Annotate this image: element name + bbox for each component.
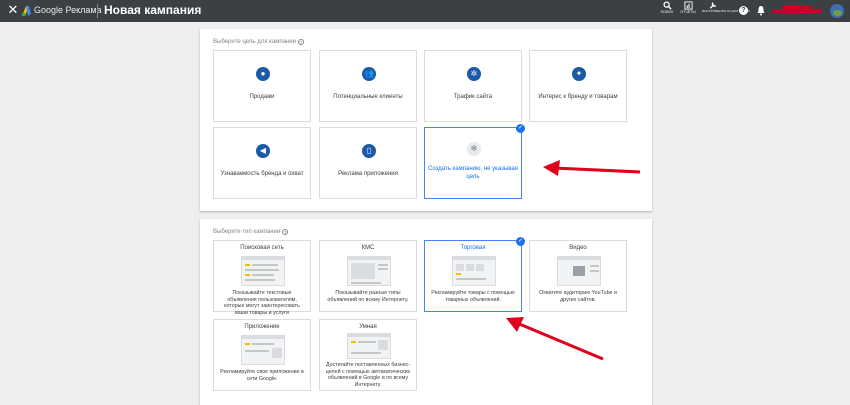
avatar[interactable] [830, 4, 844, 18]
goal-label: Реклама приложения [338, 171, 398, 177]
goal-card-no-goal[interactable]: ✓ ✻ Создать кампанию, не указывая цель [424, 124, 525, 199]
display-preview-image [347, 256, 391, 286]
search-icon [662, 1, 672, 10]
type-description: Достигайте поставленных бизнес-целей с п… [325, 362, 411, 388]
megaphone-icon: ◀ [256, 144, 270, 158]
people-icon: 👥 [362, 67, 376, 81]
shopping-preview-image [452, 256, 496, 286]
goal-card-app[interactable]: ▯ Реклама приложения [319, 127, 417, 199]
check-icon: ✓ [516, 124, 525, 133]
goal-label: Трафик сайта [453, 94, 493, 100]
video-preview-image [557, 256, 601, 286]
annotation-arrow-2 [506, 317, 604, 361]
goal-card-leads[interactable]: 👥 Потенциальные клиенты [319, 50, 417, 122]
goal-card-consideration[interactable]: ✦ Интерес к бренду и товарам [529, 50, 627, 122]
goal-section-label: Выберите цель для кампании? [213, 39, 304, 45]
reports-label: ОТЧЕТЫ [680, 10, 696, 14]
goal-card-sales[interactable]: ● Продажи [213, 50, 311, 122]
type-title: Поисковая сеть [240, 245, 284, 251]
type-description: Показывайте разные типы объявлений по вс… [327, 290, 409, 303]
search-preview-image [241, 256, 285, 286]
top-bar: ✕ Google Реклама Новая кампания ПОИСК ОТ… [0, 0, 850, 22]
type-card-shopping[interactable]: ✓ Торговая Рекламируйте товары с помощью… [424, 237, 525, 312]
type-title: Видео [569, 245, 587, 251]
type-card-search[interactable]: Поисковая сеть Показывайте текстовые объ… [213, 240, 311, 316]
type-card-video[interactable]: Видео Охватите аудиторию YouTube и други… [529, 240, 627, 312]
reports-icon [683, 1, 693, 10]
search-label: ПОИСК [660, 10, 674, 14]
app-preview-image [241, 335, 285, 365]
gear-icon: ✻ [467, 142, 481, 156]
help-icon[interactable]: ? [739, 6, 748, 15]
type-description: Рекламируйте товары с помощью товарных о… [431, 290, 515, 303]
annotation-arrow-1 [543, 160, 641, 176]
type-description: Рекламируйте свое приложение в сети Goog… [220, 369, 304, 382]
cursor-icon: ✲ [467, 67, 481, 81]
tag-icon: ● [256, 67, 270, 81]
type-card-app[interactable]: Приложение Рекламируйте свое приложение … [213, 319, 311, 391]
type-card-display[interactable]: КМС Показывайте разные типы объявлений п… [319, 240, 417, 312]
type-description: Показывайте текстовые объявления пользов… [224, 290, 300, 316]
brand-name: Google Реклама [34, 5, 102, 15]
smart-preview-image [347, 333, 391, 359]
video-placeholder-icon [573, 266, 585, 276]
close-icon[interactable]: ✕ [6, 3, 20, 17]
tools-button[interactable]: ИНСТРУМЕНТЫ И НАСТРОЙКИ [702, 1, 750, 21]
account-name-redacted[interactable] [772, 4, 822, 18]
divider [97, 4, 98, 18]
page-title: Новая кампания [104, 3, 202, 17]
goal-label: Продажи [249, 94, 275, 100]
help-icon: ? [297, 39, 304, 45]
type-title: Приложение [244, 324, 280, 330]
google-ads-logo-icon [21, 6, 31, 17]
type-title: Торговая [460, 245, 486, 251]
type-section-label: Выберите тип кампании? [213, 229, 289, 235]
tools-label: ИНСТРУМЕНТЫ И НАСТРОЙКИ [702, 9, 750, 13]
goal-label: Интерес к бренду и товарам [538, 94, 618, 100]
help-icon: ? [282, 229, 289, 235]
type-title: КМС [361, 245, 375, 251]
reports-button[interactable]: ОТЧЕТЫ [680, 1, 696, 21]
phone-icon: ▯ [362, 144, 376, 158]
search-button[interactable]: ПОИСК [660, 1, 674, 21]
type-panel: Выберите тип кампании? Поисковая сеть По… [200, 219, 652, 405]
goal-label: Узнаваемость бренда и охват [220, 171, 304, 177]
type-description: Охватите аудиторию YouTube и других сайт… [539, 290, 617, 303]
type-title: Умная [359, 324, 377, 330]
sparkle-icon: ✦ [572, 67, 586, 81]
goal-card-traffic[interactable]: ✲ Трафик сайта [424, 50, 522, 122]
goal-label: Потенциальные клиенты [333, 94, 403, 100]
bell-icon[interactable] [756, 5, 766, 16]
type-card-smart[interactable]: Умная Достигайте поставленных бизнес-цел… [319, 319, 417, 391]
goal-card-awareness[interactable]: ◀ Узнаваемость бренда и охват [213, 127, 311, 199]
goal-label: Создать кампанию, не указывая цель [428, 166, 518, 180]
